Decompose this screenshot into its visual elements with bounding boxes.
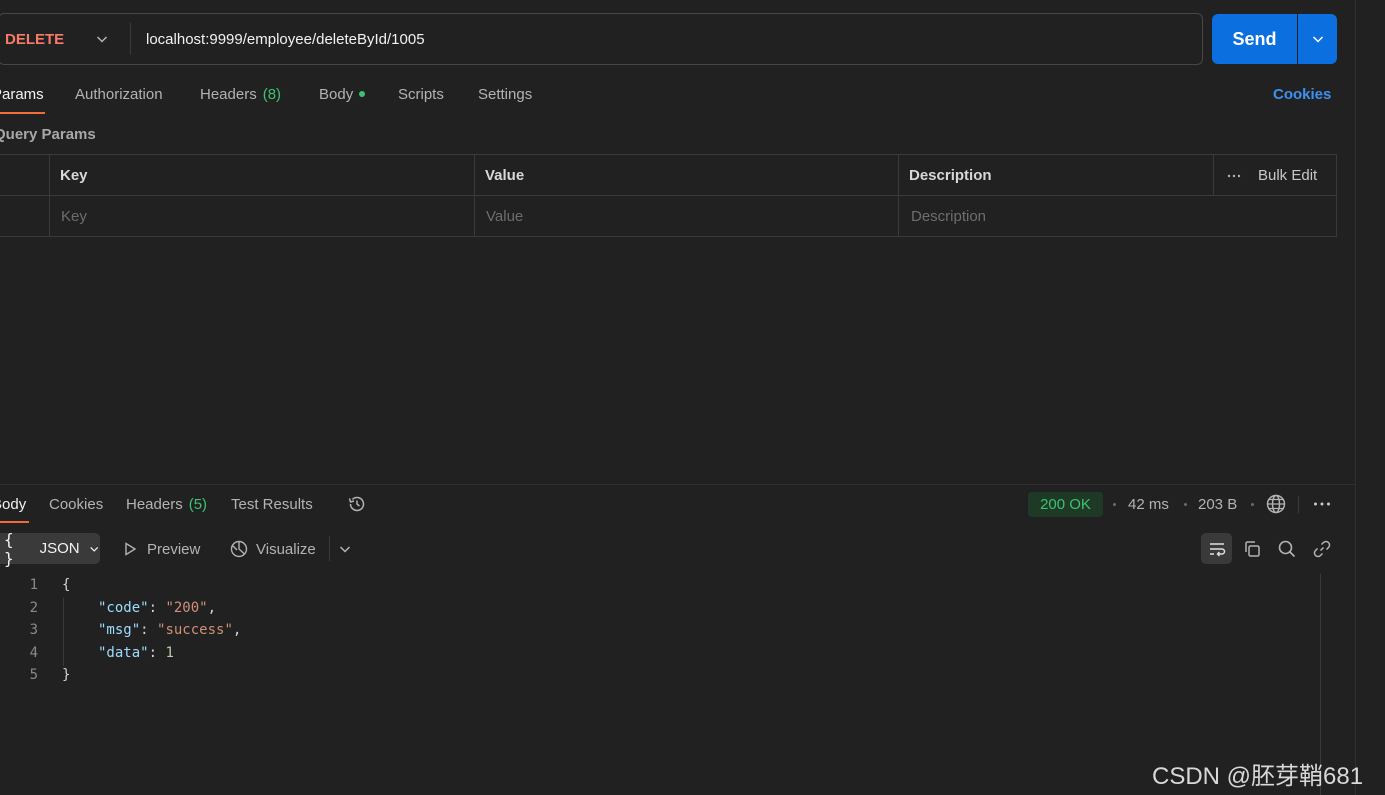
param-description-input[interactable]: Description	[911, 196, 986, 237]
response-time[interactable]: 42 ms	[1128, 493, 1169, 515]
visualize-button[interactable]: Visualize	[229, 538, 316, 560]
search-button[interactable]	[1271, 533, 1302, 564]
chevron-down-icon[interactable]	[337, 541, 353, 557]
link-button[interactable]	[1306, 533, 1337, 564]
param-key-input[interactable]: Key	[61, 196, 87, 237]
chevron-down-icon[interactable]	[94, 31, 110, 47]
cookies-link[interactable]: Cookies	[1273, 83, 1331, 105]
bulk-edit-label: Bulk Edit	[1258, 167, 1318, 184]
preview-button[interactable]: Preview	[121, 538, 200, 560]
headers-count: (8)	[262, 85, 282, 103]
status-badge[interactable]: 200 OK	[1028, 492, 1103, 517]
line-number: 1	[29, 577, 38, 593]
chevron-down-icon	[1312, 36, 1323, 43]
url-input[interactable]: localhost:9999/employee/deleteById/1005	[146, 14, 425, 64]
bulk-edit-button[interactable]: Bulk Edit	[1226, 155, 1317, 196]
response-tab-cookies[interactable]: Cookies	[49, 493, 103, 515]
tab-headers-label: Headers	[200, 85, 257, 103]
url-bar: DELETE localhost:9999/employee/deleteByI…	[0, 13, 1203, 65]
format-select[interactable]: { } JSON	[0, 530, 100, 568]
tab-body-label: Body	[319, 85, 354, 103]
visualize-icon	[230, 540, 248, 558]
code-text: {	[62, 577, 71, 593]
more-options-icon[interactable]	[1312, 496, 1332, 512]
active-tab-indicator	[0, 112, 45, 114]
table-header-row	[0, 155, 1336, 196]
more-icon	[1227, 174, 1241, 177]
format-separator	[329, 536, 330, 561]
send-button[interactable]: Send	[1212, 14, 1297, 64]
braces-icon: { }	[4, 529, 14, 568]
line-number: 3	[29, 622, 38, 638]
send-options-button[interactable]	[1298, 14, 1337, 64]
globe-icon[interactable]	[1265, 493, 1287, 515]
response-headers-count: (5)	[188, 495, 208, 513]
code-text: }	[62, 667, 71, 683]
response-divider[interactable]	[0, 484, 1355, 485]
copy-button[interactable]	[1236, 533, 1267, 564]
play-icon	[125, 542, 137, 556]
history-icon[interactable]	[346, 493, 368, 515]
wrap-lines-button[interactable]	[1201, 533, 1232, 564]
search-icon	[1278, 540, 1295, 557]
code-text: "data": 1	[98, 645, 174, 661]
visualize-label: Visualize	[256, 540, 316, 558]
response-tab-body[interactable]: Body	[0, 493, 26, 515]
tab-body[interactable]: Body	[319, 83, 366, 105]
response-size[interactable]: 203 B	[1198, 493, 1237, 515]
column-description-header: Description	[909, 167, 992, 184]
wrap-icon	[1209, 542, 1225, 557]
response-active-tab-indicator	[0, 521, 29, 523]
watermark: CSDN @胚芽鞘681	[1152, 763, 1364, 790]
link-icon	[1313, 540, 1330, 557]
query-params-title: Query Params	[0, 126, 96, 143]
tab-headers[interactable]: Headers (8)	[200, 83, 281, 105]
line-number: 5	[29, 667, 38, 683]
params-table: Key Value Description Bulk Edit Key Valu…	[0, 154, 1337, 237]
tab-scripts[interactable]: Scripts	[398, 83, 444, 105]
body-indicator-dot	[359, 91, 366, 97]
response-tab-headers[interactable]: Headers (5)	[126, 493, 207, 515]
tab-params[interactable]: Params	[0, 83, 44, 105]
column-value-header: Value	[485, 167, 525, 184]
url-separator	[130, 23, 131, 55]
line-number: 2	[29, 600, 38, 616]
tab-settings[interactable]: Settings	[478, 83, 532, 105]
chevron-down-icon	[89, 546, 98, 552]
column-key-header: Key	[60, 167, 88, 184]
line-number: 4	[29, 645, 38, 661]
response-tab-test-results[interactable]: Test Results	[231, 493, 313, 515]
method-select[interactable]: DELETE	[5, 14, 64, 64]
code-text: "msg": "success",	[98, 622, 242, 638]
response-tab-headers-label: Headers	[126, 495, 183, 513]
preview-label: Preview	[147, 540, 201, 558]
response-body-editor[interactable]: 1 { 2 "code": "200", 3 "msg": "success",…	[0, 574, 1320, 795]
code-text: "code": "200",	[98, 600, 217, 616]
format-label: JSON	[39, 540, 80, 557]
copy-icon	[1244, 540, 1260, 557]
param-value-input[interactable]: Value	[486, 196, 523, 237]
tab-authorization[interactable]: Authorization	[75, 83, 163, 105]
panel-border	[1355, 0, 1356, 795]
